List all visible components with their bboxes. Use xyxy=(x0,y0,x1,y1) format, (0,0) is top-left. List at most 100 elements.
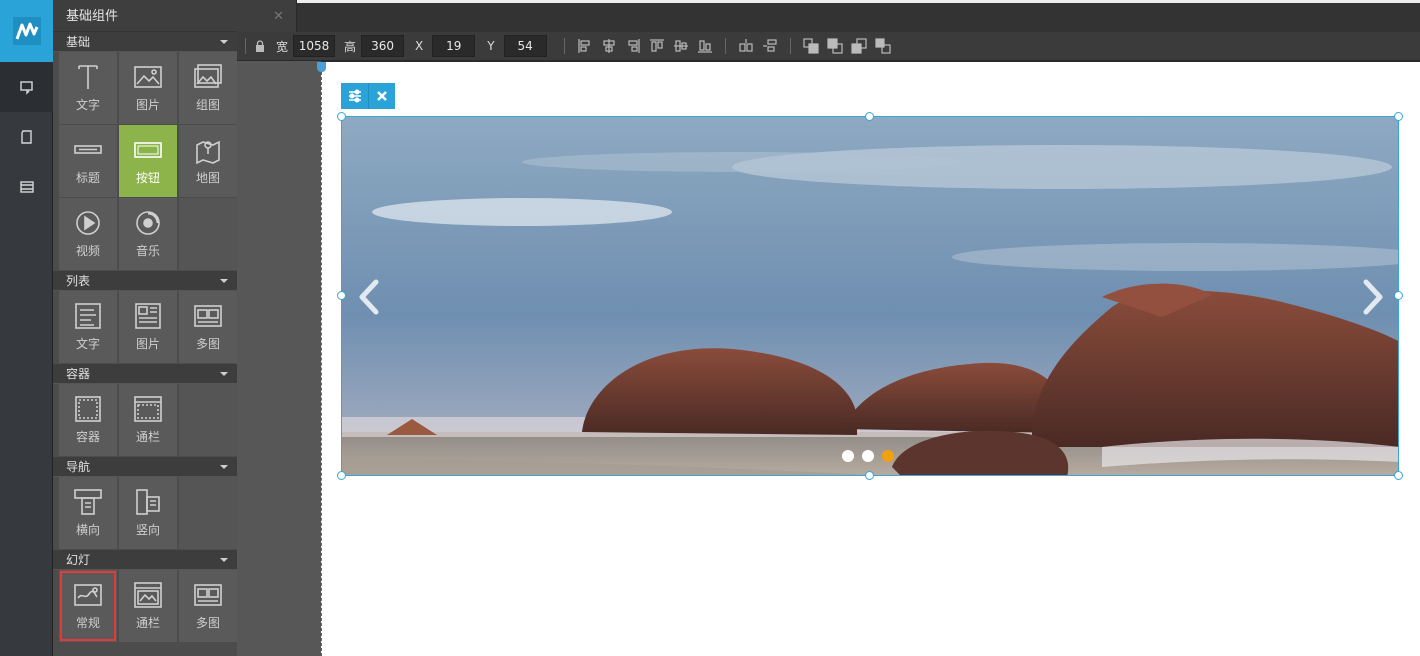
component-title[interactable]: 标题 xyxy=(59,125,117,197)
resize-handle-se[interactable] xyxy=(1394,471,1403,480)
align-center-horizontal-icon[interactable] xyxy=(601,38,617,54)
lock-icon[interactable] xyxy=(254,40,266,52)
element-controls xyxy=(341,83,395,109)
resize-handle-ne[interactable] xyxy=(1394,112,1403,121)
component-slide-regular[interactable]: 常规 xyxy=(59,570,117,642)
component-slide-multi[interactable]: 多图 xyxy=(179,570,237,642)
divider xyxy=(245,38,246,54)
component-image[interactable]: 图片 xyxy=(119,52,177,124)
caret-down-icon xyxy=(220,372,228,376)
design-canvas[interactable] xyxy=(317,62,1420,656)
property-toolbar: 宽 1058 高 360 X 19 Y 54 xyxy=(237,32,1420,61)
align-left-icon[interactable] xyxy=(577,38,593,54)
distribute-horizontal-icon[interactable] xyxy=(738,38,754,54)
component-horizontal-nav[interactable]: 横向 xyxy=(59,477,117,549)
panel-title: 基础组件 xyxy=(53,0,237,32)
app-logo[interactable] xyxy=(0,0,53,62)
component-video[interactable]: 视频 xyxy=(59,198,117,270)
caret-down-icon xyxy=(220,465,228,469)
component-multi-image[interactable]: 多图 xyxy=(179,291,237,363)
resize-handle-e[interactable] xyxy=(1394,291,1403,300)
send-backward-icon[interactable] xyxy=(851,38,867,54)
caret-down-icon xyxy=(220,279,228,283)
canvas-gutter xyxy=(237,0,321,656)
section-nav-header[interactable]: 导航 xyxy=(53,457,237,477)
empty-slot xyxy=(179,477,237,549)
component-map[interactable]: 地图 xyxy=(179,125,237,197)
close-icon[interactable]: ✕ xyxy=(273,9,284,24)
component-panel: 基础组件 基础 文字 图片 组图 标题 按钮 地图 视频 音乐 列表 文字 图片… xyxy=(53,0,237,656)
delete-button[interactable] xyxy=(368,83,395,109)
section-list-header[interactable]: 列表 xyxy=(53,271,237,291)
section-nav-grid: 横向 竖向 xyxy=(53,477,237,549)
send-to-back-icon[interactable] xyxy=(875,38,891,54)
components-nav-icon[interactable] xyxy=(0,62,53,112)
ruler-marker[interactable] xyxy=(317,62,326,72)
slideshow-element[interactable] xyxy=(341,116,1399,476)
chevron-left-icon xyxy=(359,279,379,315)
component-text[interactable]: 文字 xyxy=(59,52,117,124)
component-fullwidth[interactable]: 通栏 xyxy=(119,384,177,456)
resize-handle-w[interactable] xyxy=(337,291,346,300)
section-container-grid: 容器 通栏 xyxy=(53,384,237,456)
align-middle-vertical-icon[interactable] xyxy=(673,38,689,54)
slide-regular-icon xyxy=(74,584,102,606)
container-icon xyxy=(75,396,101,422)
width-label: 宽 xyxy=(276,39,289,54)
image-icon xyxy=(134,66,162,88)
align-right-icon[interactable] xyxy=(625,38,641,54)
next-slide-arrow[interactable] xyxy=(1358,277,1388,317)
component-image-list[interactable]: 图片 xyxy=(119,291,177,363)
y-input[interactable]: 54 xyxy=(503,35,547,57)
component-button[interactable]: 按钮 xyxy=(119,125,177,197)
slide-indicators xyxy=(842,450,894,462)
slide-dot-1[interactable] xyxy=(842,450,854,462)
component-container[interactable]: 容器 xyxy=(59,384,117,456)
section-container-header[interactable]: 容器 xyxy=(53,364,237,384)
resize-handle-s[interactable] xyxy=(865,471,874,480)
settings-button[interactable] xyxy=(341,83,368,109)
distribute-vertical-icon[interactable] xyxy=(762,38,778,54)
component-music[interactable]: 音乐 xyxy=(119,198,177,270)
component-text-list[interactable]: 文字 xyxy=(59,291,117,363)
resize-handle-nw[interactable] xyxy=(337,112,346,121)
resize-handle-n[interactable] xyxy=(865,112,874,121)
height-input[interactable]: 360 xyxy=(361,35,405,57)
media-nav-icon[interactable] xyxy=(0,162,53,212)
width-input[interactable]: 1058 xyxy=(293,35,336,57)
empty-slot xyxy=(179,384,237,456)
resize-handle-sw[interactable] xyxy=(337,471,346,480)
pages-nav-icon[interactable] xyxy=(0,112,53,162)
chevron-right-icon xyxy=(1363,279,1383,315)
horizontal-nav-icon xyxy=(74,489,102,515)
section-basic-header[interactable]: 基础 xyxy=(53,32,237,52)
component-slide-fullwidth[interactable]: 通栏 xyxy=(119,570,177,642)
align-bottom-icon[interactable] xyxy=(697,38,713,54)
section-slide-header[interactable]: 幻灯 xyxy=(53,550,237,570)
logo-icon xyxy=(12,17,41,45)
text-icon xyxy=(78,65,98,89)
caret-down-icon xyxy=(220,558,228,562)
x-input[interactable]: 19 xyxy=(432,35,476,57)
button-icon xyxy=(134,142,162,158)
align-top-icon[interactable] xyxy=(649,38,665,54)
slide-multi-icon xyxy=(194,584,222,606)
panel-tab: ✕ xyxy=(237,0,297,32)
component-vertical-nav[interactable]: 竖向 xyxy=(119,477,177,549)
divider xyxy=(724,38,726,54)
slide-dot-3-active[interactable] xyxy=(882,450,894,462)
caret-down-icon xyxy=(220,40,228,44)
component-gallery[interactable]: 组图 xyxy=(179,52,237,124)
height-label: 高 xyxy=(344,39,357,54)
empty-slot xyxy=(179,198,237,270)
section-list-grid: 文字 图片 多图 xyxy=(53,291,237,363)
title-icon xyxy=(74,145,102,154)
bring-forward-icon[interactable] xyxy=(827,38,843,54)
prev-slide-arrow[interactable] xyxy=(354,277,384,317)
bring-to-front-icon[interactable] xyxy=(803,38,819,54)
fullwidth-icon xyxy=(134,396,162,422)
x-label: X xyxy=(415,39,424,53)
slide-dot-2[interactable] xyxy=(862,450,874,462)
image-list-icon xyxy=(135,303,161,329)
gallery-icon xyxy=(194,64,222,88)
